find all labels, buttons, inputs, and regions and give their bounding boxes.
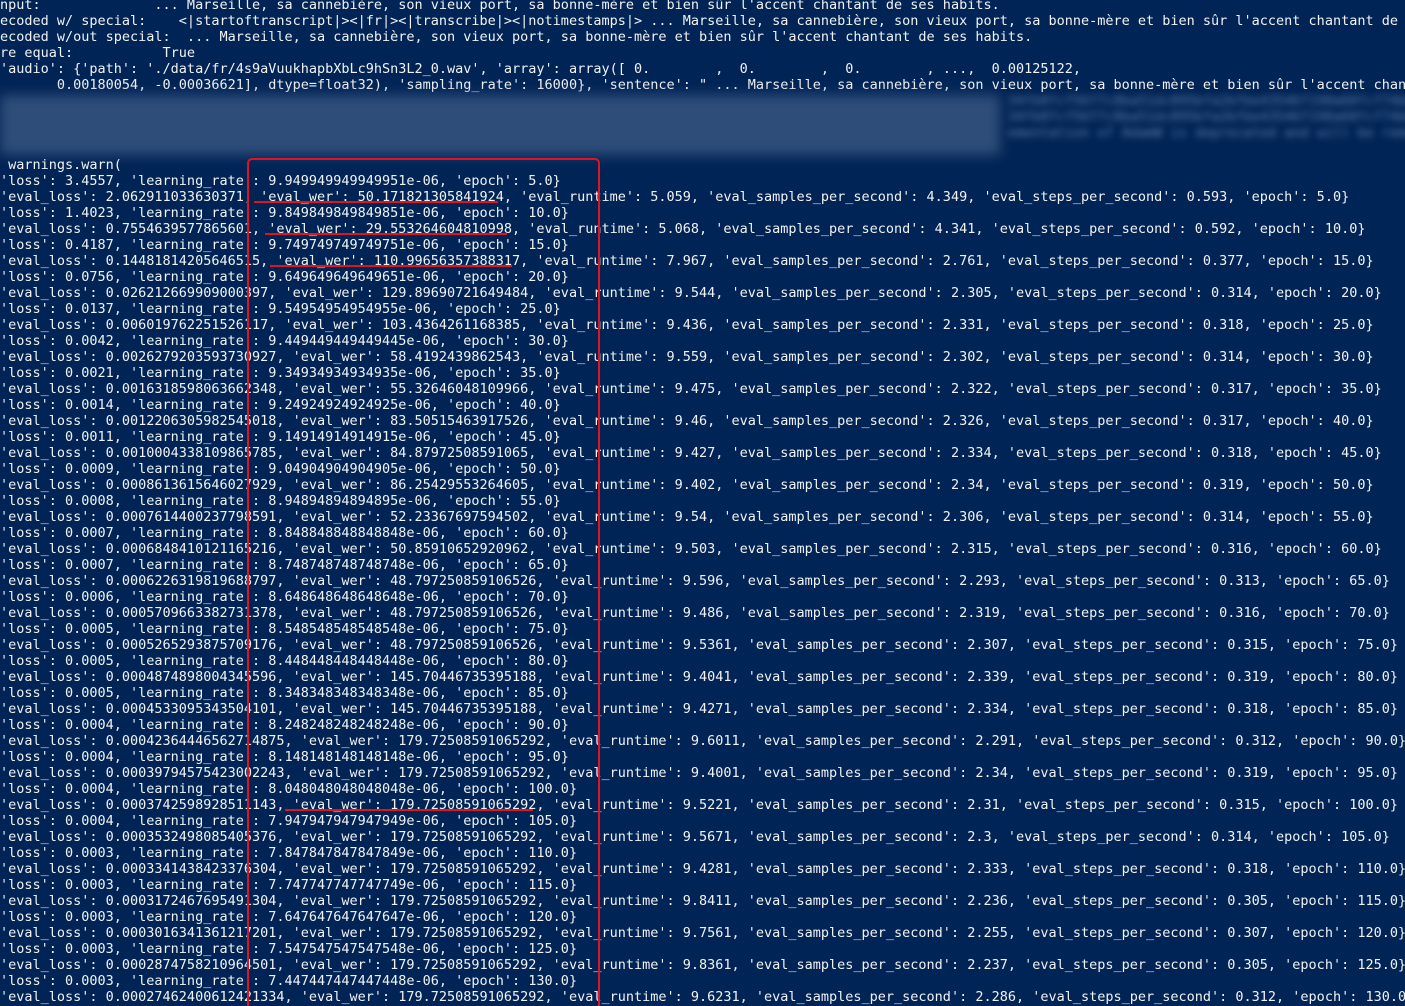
eval-metrics-line: 'eval_loss': 0.0002874758210964501, 'eva… xyxy=(0,957,1405,973)
eval-metrics-line: 'eval_loss': 0.0003341438423376304, 'eva… xyxy=(0,861,1405,877)
eval-metrics-line: 'eval_loss': 0.0003172467695491304, 'eva… xyxy=(0,893,1405,909)
terminal-line-audio-array: 0.00180054, -0.00036621], dtype=float32)… xyxy=(0,77,1405,93)
train-loss-line: 'loss': 0.0003, 'learning_rate': 7.84784… xyxy=(0,845,578,861)
train-loss-line: 'loss': 0.0011, 'learning_rate': 9.14914… xyxy=(0,429,561,445)
eval-metrics-line: 'eval_loss': 0.0003016341361217201, 'eva… xyxy=(0,925,1405,941)
eval-metrics-line: 'eval_loss': 0.0006848410121165216, 'eva… xyxy=(0,541,1382,557)
train-loss-line: 'loss': 0.0003, 'learning_rate': 7.44744… xyxy=(0,973,578,989)
redacted-region xyxy=(0,95,1000,155)
train-loss-line: 'loss': 0.0007, 'learning_rate': 8.84884… xyxy=(0,525,569,541)
train-loss-line: 'loss': 0.0021, 'learning_rate': 9.34934… xyxy=(0,365,561,381)
eval-metrics-line: 'eval_loss': 0.0005709663382731378, 'eva… xyxy=(0,605,1390,621)
train-loss-line: 'loss': 0.0008, 'learning_rate': 8.94894… xyxy=(0,493,561,509)
eval-metrics-line: 'eval_loss': 0.0005265293875709176, 'eva… xyxy=(0,637,1398,653)
terminal-line-adamw-warning: ementation of AdamW is deprecated and wi… xyxy=(1008,125,1405,141)
eval-metrics-line: 'eval_loss': 0.0004533095343504101, 'eva… xyxy=(0,701,1398,717)
eval-metrics-line: 'eval_loss': 0.0007614400237798591, 'eva… xyxy=(0,509,1374,525)
eval-metrics-line: 'eval_loss': 0.0004874898004345596, 'eva… xyxy=(0,669,1398,685)
train-loss-line: 'loss': 0.0003, 'learning_rate': 7.74774… xyxy=(0,877,578,893)
eval-metrics-line: 'eval_loss': 0.7554639577865601, 'eval_w… xyxy=(0,221,1366,237)
eval-metrics-line: 'eval_loss': 0.0026279203593730927, 'eva… xyxy=(0,349,1374,365)
train-loss-line: 'loss': 0.0005, 'learning_rate': 8.54854… xyxy=(0,621,569,637)
train-loss-line: 'loss': 0.0004, 'learning_rate': 8.04804… xyxy=(0,781,578,797)
terminal-line-warnings-warn: warnings.warn( xyxy=(0,157,122,173)
terminal-line-input: nput: ... Marseille, sa cannebière, son … xyxy=(0,0,1000,13)
eval-metrics-line: 'eval_loss': 2.062911033630371, 'eval_we… xyxy=(0,189,1350,205)
train-loss-line: 'loss': 3.4557, 'learning_rate': 9.94994… xyxy=(0,173,561,189)
terminal-line-hash-1: 34fb8fcf56f7c8ba51dc895bfa2bfbe43546f190… xyxy=(1008,93,1405,109)
train-loss-line: 'loss': 0.0756, 'learning_rate': 9.64964… xyxy=(0,269,569,285)
train-loss-line: 'loss': 0.0137, 'learning_rate': 9.54954… xyxy=(0,301,561,317)
train-loss-line: 'loss': 0.0042, 'learning_rate': 9.44944… xyxy=(0,333,569,349)
train-loss-line: 'loss': 0.0007, 'learning_rate': 8.74874… xyxy=(0,557,569,573)
train-loss-line: 'loss': 0.0005, 'learning_rate': 8.34834… xyxy=(0,685,569,701)
train-loss-line: 'loss': 0.0004, 'learning_rate': 8.24824… xyxy=(0,717,569,733)
eval-metrics-line: 'eval_loss': 0.0012206305982545018, 'eva… xyxy=(0,413,1374,429)
train-loss-line: 'loss': 0.4187, 'learning_rate': 9.74974… xyxy=(0,237,569,253)
eval-metrics-line: 'eval_loss': 0.0016318598063662348, 'eva… xyxy=(0,381,1382,397)
eval-metrics-line: 'eval_loss': 0.00039794575423002243, 'ev… xyxy=(0,765,1398,781)
train-loss-line: 'loss': 0.0014, 'learning_rate': 9.24924… xyxy=(0,397,561,413)
train-loss-line: 'loss': 0.0009, 'learning_rate': 9.04904… xyxy=(0,461,561,477)
eval-metrics-line: 'eval_loss': 0.00042364446562714875, 'ev… xyxy=(0,733,1405,749)
train-loss-line: 'loss': 0.0005, 'learning_rate': 8.44844… xyxy=(0,653,569,669)
terminal-line-hash-2: 34fb8fcf56f7c8ba51dc895bfa2bfbe43546f190… xyxy=(1008,109,1405,125)
eval-metrics-line: 'eval_loss': 0.0010004338109865785, 'eva… xyxy=(0,445,1382,461)
terminal-output[interactable]: nput: ... Marseille, sa cannebière, son … xyxy=(0,0,1405,1006)
eval-metrics-line: 'eval_loss': 0.0003742598928511143, 'eva… xyxy=(0,797,1398,813)
eval-metrics-line: 'eval_loss': 0.006019762251526117, 'eval… xyxy=(0,317,1374,333)
terminal-line-audio-dict: 'audio': {'path': './data/fr/4s9aVuukhap… xyxy=(0,61,1081,77)
train-loss-line: 'loss': 0.0003, 'learning_rate': 7.64764… xyxy=(0,909,578,925)
train-loss-line: 'loss': 0.0004, 'learning_rate': 7.94794… xyxy=(0,813,578,829)
terminal-line-decoded-special: ecoded w/ special: <|startoftranscript|>… xyxy=(0,13,1405,29)
terminal-line-decoded-no-special: ecoded w/out special: ... Marseille, sa … xyxy=(0,29,1033,45)
terminal-line-are-equal: re equal: True xyxy=(0,45,196,61)
train-loss-line: 'loss': 0.0006, 'learning_rate': 8.64864… xyxy=(0,589,569,605)
eval-metrics-line: 'eval_loss': 0.00027462400612421334, 'ev… xyxy=(0,989,1405,1005)
train-loss-line: 'loss': 0.0004, 'learning_rate': 8.14814… xyxy=(0,749,569,765)
train-loss-line: 'loss': 1.4023, 'learning_rate': 9.84984… xyxy=(0,205,569,221)
train-loss-line: 'loss': 0.0003, 'learning_rate': 7.54754… xyxy=(0,941,578,957)
eval-metrics-line: 'eval_loss': 0.14481814205646515, 'eval_… xyxy=(0,253,1374,269)
eval-metrics-line: 'eval_loss': 0.0003532498085405376, 'eva… xyxy=(0,829,1390,845)
eval-metrics-line: 'eval_loss': 0.026212669909000397, 'eval… xyxy=(0,285,1382,301)
eval-metrics-line: 'eval_loss': 0.0008613615646027929, 'eva… xyxy=(0,477,1374,493)
eval-metrics-line: 'eval_loss': 0.0006226319819688797, 'eva… xyxy=(0,573,1390,589)
